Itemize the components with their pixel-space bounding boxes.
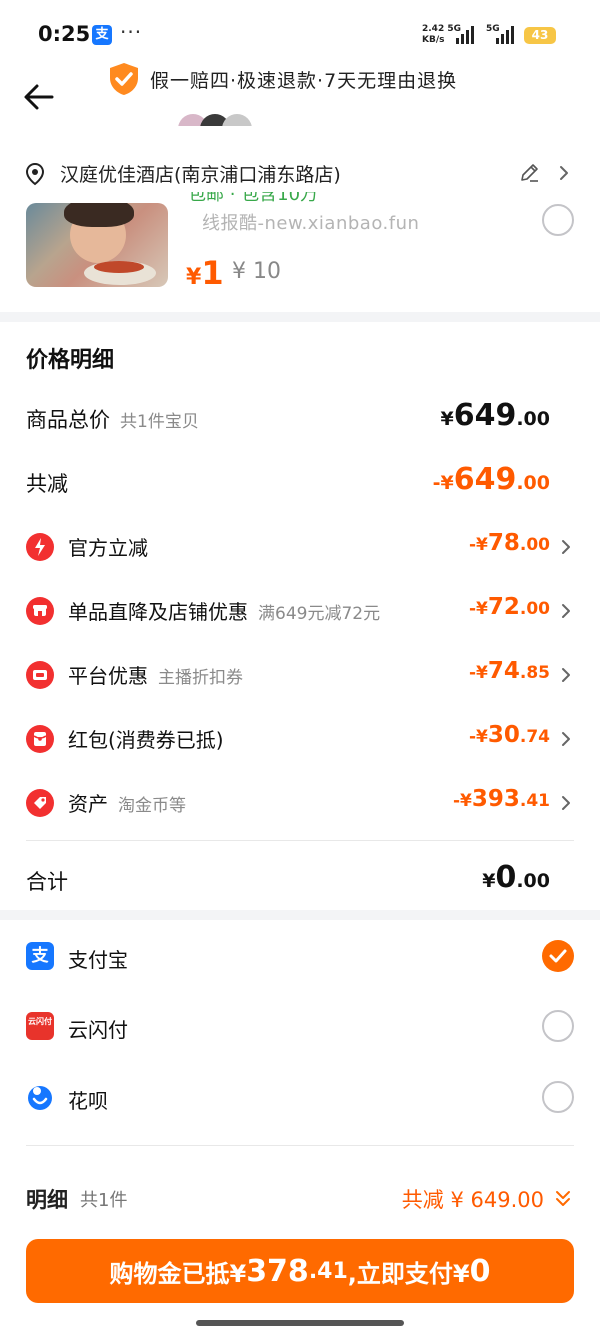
- order-card: 汉庭优佳酒店(南京浦口浦东路店) 包邮 · 包含10万 线报酷-new.xian…: [0, 126, 600, 312]
- huabei-icon: [26, 1083, 54, 1111]
- page-header: 假一赔四·极速退款·7天无理由退换: [0, 56, 600, 126]
- detail-label: 明细: [26, 1188, 68, 1212]
- discount-row-platform[interactable]: 平台优惠 主播折扣券 -¥74.85: [0, 654, 600, 694]
- total-amount: ¥649.00: [440, 398, 550, 433]
- discount-amount: -¥74.85: [468, 658, 550, 684]
- discount-row-assets[interactable]: 资产 淘金币等 -¥393.41: [0, 782, 600, 822]
- reduce-row: 共减 -¥649.00: [0, 462, 600, 502]
- product-image[interactable]: [26, 203, 168, 287]
- battery-icon: 43: [524, 27, 556, 44]
- alipay-icon: 支: [26, 942, 54, 970]
- payment-radio[interactable]: [542, 1010, 574, 1042]
- chevron-right-icon[interactable]: [560, 539, 572, 555]
- discount-row-official[interactable]: 官方立减 -¥78.00: [0, 526, 600, 566]
- watermark-text: 线报酷-new.xianbao.fun: [202, 213, 420, 234]
- address-row[interactable]: 汉庭优佳酒店(南京浦口浦东路店): [24, 160, 341, 187]
- total-price-row: 商品总价 共1件宝贝 ¥649.00: [0, 398, 600, 438]
- avatar-group: [178, 114, 268, 126]
- discount-label: 官方立减: [68, 536, 148, 560]
- status-time: 0:25: [38, 22, 91, 46]
- back-arrow-icon[interactable]: [22, 80, 56, 114]
- discount-label: 平台优惠 主播折扣券: [68, 664, 243, 688]
- sum-amount: ¥0.00: [482, 860, 550, 895]
- payment-name: 花呗: [68, 1089, 108, 1113]
- payment-name: 云闪付: [68, 1018, 128, 1042]
- discount-label: 单品直降及店铺优惠 满649元减72元: [68, 600, 381, 624]
- home-indicator[interactable]: [196, 1320, 404, 1326]
- more-notifications-icon: ···: [120, 20, 143, 44]
- discount-sub: 主播折扣券: [158, 668, 243, 688]
- discount-sub: 淘金币等: [118, 796, 186, 816]
- chevron-right-icon[interactable]: [560, 667, 572, 683]
- guarantee-text: 假一赔四·极速退款·7天无理由退换: [150, 69, 458, 92]
- chevron-right-icon[interactable]: [560, 795, 572, 811]
- discount-sub: 满649元减72元: [258, 604, 381, 624]
- total-label: 商品总价 共1件宝贝: [26, 408, 199, 432]
- payment-method-huabei[interactable]: 花呗: [0, 1075, 600, 1119]
- payment-method-unionpay[interactable]: 云闪付 云闪付: [0, 1004, 600, 1048]
- divider: [26, 840, 574, 841]
- product-price: ¥1: [186, 254, 224, 292]
- price-detail-title: 价格明细: [26, 348, 115, 373]
- total-reduce-text: 共减 ¥ 649.00: [401, 1188, 544, 1212]
- location-pin-icon: [25, 162, 45, 185]
- shield-icon: [110, 63, 138, 95]
- original-price: ¥ 10: [232, 259, 281, 284]
- product-select-radio[interactable]: [542, 204, 574, 236]
- discount-amount: -¥393.41: [452, 786, 550, 812]
- chevron-right-icon[interactable]: [558, 165, 570, 181]
- discount-label: 红包(消费券已抵): [68, 728, 224, 752]
- chevron-right-icon[interactable]: [560, 731, 572, 747]
- pay-now-button[interactable]: 购物金已抵¥ 378.41 ,立即支付¥ 0: [26, 1239, 574, 1303]
- chevron-down-double-icon[interactable]: [554, 1188, 572, 1210]
- product-tag: 包邮 · 包含10万: [188, 192, 348, 202]
- reduce-label: 共减: [26, 472, 68, 496]
- address-text: 汉庭优佳酒店(南京浦口浦东路店): [60, 164, 341, 186]
- sum-row: 合计 ¥0.00: [0, 860, 600, 900]
- total-count: 共1件宝贝: [120, 412, 199, 432]
- chevron-right-icon[interactable]: [560, 603, 572, 619]
- red-packet-icon: [26, 725, 54, 753]
- payment-name: 支付宝: [68, 948, 128, 972]
- shop-icon: [26, 597, 54, 625]
- signal-icon: [456, 26, 474, 44]
- guarantee-banner: 假一赔四·极速退款·7天无理由退换: [108, 62, 457, 96]
- payment-card: 支 支付宝 云闪付 云闪付 花呗 明细 共1件 共减 ¥ 649.00 购物金已…: [0, 920, 600, 1335]
- discount-label: 资产 淘金币等: [68, 792, 186, 816]
- coupon-icon: [26, 661, 54, 689]
- alipay-notification-icon: 支: [92, 25, 112, 45]
- item-count: 共1件: [80, 1190, 128, 1211]
- lightning-icon: [26, 533, 54, 561]
- discount-row-redpacket[interactable]: 红包(消费券已抵) -¥30.74: [0, 718, 600, 758]
- tag-icon: [26, 789, 54, 817]
- discount-amount: -¥30.74: [468, 722, 550, 748]
- speed-value: 2.42: [422, 24, 445, 34]
- price-value: 1: [201, 254, 224, 292]
- sum-label: 合计: [26, 870, 68, 894]
- discount-amount: -¥78.00: [468, 530, 550, 556]
- order-summary-row[interactable]: 明细 共1件 共减 ¥ 649.00: [0, 1182, 600, 1222]
- edit-icon[interactable]: [518, 162, 540, 184]
- unionpay-icon: 云闪付: [26, 1012, 54, 1040]
- payment-radio[interactable]: [542, 1081, 574, 1113]
- price-detail-card: 价格明细 商品总价 共1件宝贝 ¥649.00 共减 -¥649.00 官方立减 …: [0, 322, 600, 910]
- discount-amount: -¥72.00: [468, 594, 550, 620]
- signal-icon-2: [496, 26, 514, 44]
- reduce-amount: -¥649.00: [432, 462, 550, 497]
- avatar: [222, 114, 252, 126]
- discount-row-shop[interactable]: 单品直降及店铺优惠 满649元减72元 -¥72.00: [0, 590, 600, 630]
- payment-method-alipay[interactable]: 支 支付宝: [0, 934, 600, 978]
- divider: [26, 1145, 574, 1146]
- price-symbol: ¥: [186, 265, 202, 290]
- selected-check-icon[interactable]: [542, 940, 574, 972]
